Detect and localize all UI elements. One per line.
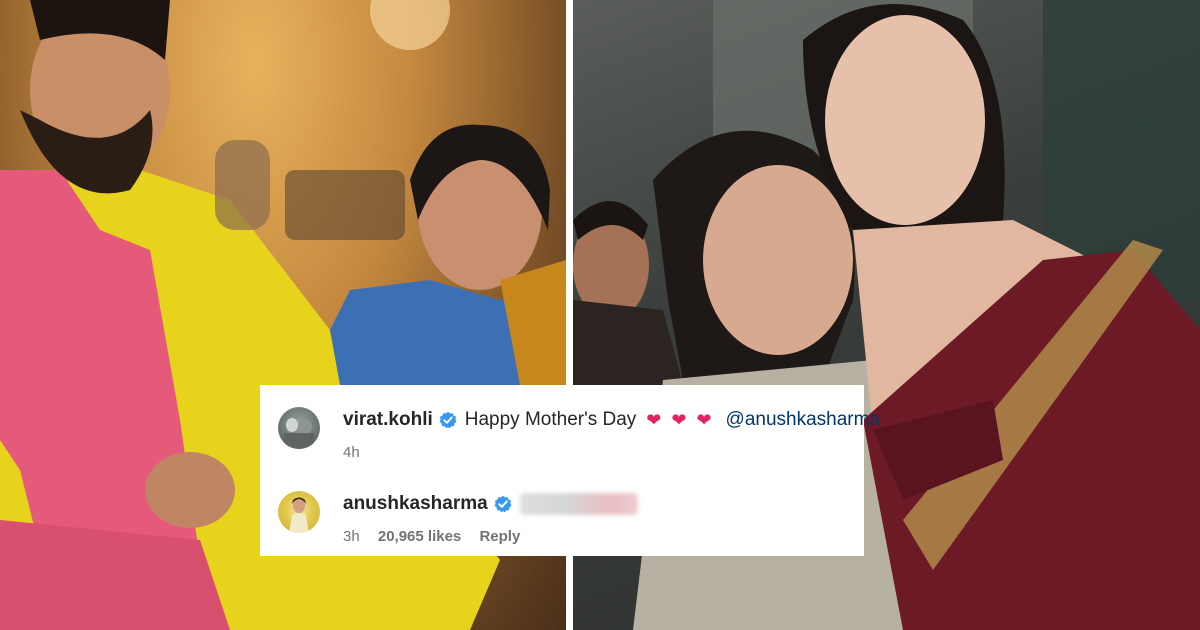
mention-link[interactable]: @anushkasharma [726,409,880,431]
timestamp: 3h [343,528,360,545]
avatar-image [289,497,309,533]
comment-card: virat.kohli Happy Mother's Day ❤❤❤ @anus… [260,385,880,556]
heart-emojis: ❤❤❤ [646,409,722,430]
comment-meta: 3h 20,965 likes Reply [343,528,534,545]
username[interactable]: anushkasharma [343,493,488,515]
comment-text: Happy Mother's Day [464,409,637,430]
avatar[interactable] [278,407,320,449]
avatar[interactable] [278,491,320,533]
comment-meta: 4h [343,444,374,461]
verified-badge-icon [439,411,457,429]
comment-line: anushkasharma [343,493,638,515]
reply-button[interactable]: Reply [479,528,520,545]
username[interactable]: virat.kohli [343,409,433,431]
likes-count[interactable]: 20,965 likes [378,528,461,545]
comment-line: virat.kohli Happy Mother's Day ❤❤❤ @anus… [343,409,880,431]
timestamp: 4h [343,444,360,461]
avatar-image [284,418,314,449]
verified-badge-icon [494,495,512,513]
blurred-comment-text [519,493,638,515]
